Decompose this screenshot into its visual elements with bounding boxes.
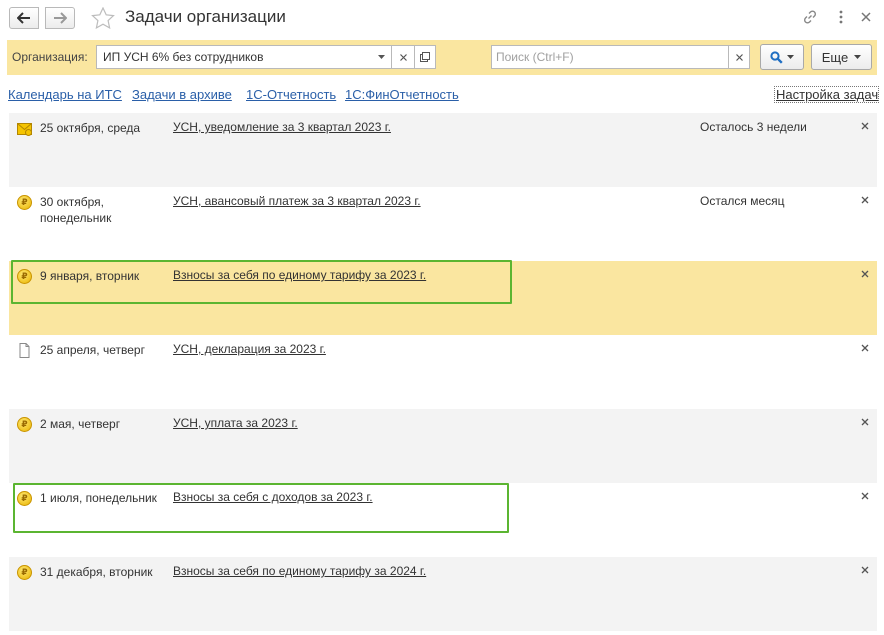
highlight-frame bbox=[13, 483, 509, 533]
search-button[interactable] bbox=[760, 44, 804, 70]
task-row[interactable]: 25 апреля, четверг УСН, декларация за 20… bbox=[9, 335, 877, 409]
ruble-coin-icon: ₽ bbox=[17, 417, 32, 432]
task-close-button[interactable] bbox=[858, 563, 872, 577]
forward-button[interactable] bbox=[45, 7, 75, 29]
menu-button[interactable] bbox=[832, 8, 850, 26]
task-row[interactable]: ₽ 30 октября, понедельник УСН, авансовый… bbox=[9, 187, 877, 261]
chevron-down-icon bbox=[854, 55, 862, 59]
links-bar: Календарь на ИТС Задачи в архиве 1С-Отче… bbox=[0, 86, 884, 105]
close-icon bbox=[861, 196, 869, 204]
document-icon bbox=[17, 343, 32, 358]
task-date: 25 апреля, четверг bbox=[40, 343, 145, 357]
task-close-button[interactable] bbox=[858, 193, 872, 207]
organization-label: Организация: bbox=[12, 50, 88, 64]
chevron-down-icon bbox=[378, 55, 385, 59]
task-close-button[interactable] bbox=[858, 415, 872, 429]
close-icon bbox=[735, 53, 743, 61]
filter-bar: Организация: ИП УСН 6% без сотрудников П… bbox=[7, 40, 877, 75]
link-icon bbox=[803, 10, 817, 24]
task-row[interactable]: 25 октября, среда УСН, уведомление за 3 … bbox=[9, 113, 877, 187]
more-vertical-icon bbox=[839, 10, 843, 24]
task-date: 2 мая, четверг bbox=[40, 417, 121, 431]
task-date: 31 декабря, вторник bbox=[40, 565, 153, 579]
page-title: Задачи организации bbox=[125, 7, 286, 26]
close-icon bbox=[861, 566, 869, 574]
more-label: Еще bbox=[821, 49, 849, 65]
archive-link[interactable]: Задачи в архиве bbox=[132, 87, 232, 102]
close-icon bbox=[861, 492, 869, 500]
arrow-left-icon bbox=[17, 12, 30, 24]
task-close-button[interactable] bbox=[858, 119, 872, 133]
close-icon bbox=[861, 12, 871, 22]
organization-open-button[interactable] bbox=[415, 45, 436, 69]
chevron-down-icon bbox=[787, 55, 794, 59]
more-button[interactable]: Еще bbox=[811, 44, 872, 70]
fin-reporting-link[interactable]: 1С:ФинОтчетность bbox=[345, 87, 459, 102]
close-icon bbox=[861, 418, 869, 426]
arrow-right-icon bbox=[54, 12, 67, 24]
task-row[interactable]: ₽ 31 декабря, вторник Взносы за себя по … bbox=[9, 557, 877, 631]
search-input[interactable]: Поиск (Ctrl+F) bbox=[491, 45, 729, 69]
task-remaining: Остался месяц bbox=[700, 194, 785, 208]
task-name-link[interactable]: УСН, уведомление за 3 квартал 2023 г. bbox=[173, 120, 391, 134]
reporting-link[interactable]: 1С-Отчетность bbox=[246, 87, 336, 102]
organization-field[interactable]: ИП УСН 6% без сотрудников bbox=[96, 45, 382, 69]
ruble-coin-icon: ₽ bbox=[17, 565, 32, 580]
close-icon bbox=[861, 270, 869, 278]
search-icon bbox=[770, 50, 783, 64]
task-settings-link[interactable]: Настройка задач bbox=[774, 86, 880, 103]
open-form-icon bbox=[420, 52, 430, 62]
task-name-link[interactable]: УСН, авансовый платеж за 3 квартал 2023 … bbox=[173, 194, 421, 208]
close-icon bbox=[399, 53, 407, 61]
search-clear-button[interactable] bbox=[729, 45, 750, 69]
star-icon bbox=[91, 6, 115, 30]
task-remaining: Осталось 3 недели bbox=[700, 120, 807, 134]
envelope-icon bbox=[17, 121, 32, 136]
close-icon bbox=[861, 344, 869, 352]
back-button[interactable] bbox=[9, 7, 39, 29]
ruble-coin-icon: ₽ bbox=[17, 195, 32, 210]
link-button[interactable] bbox=[801, 8, 819, 26]
task-row[interactable]: ₽ 2 мая, четверг УСН, уплата за 2023 г. bbox=[9, 409, 877, 483]
task-date: 30 октября, понедельник bbox=[40, 195, 112, 225]
task-close-button[interactable] bbox=[858, 489, 872, 503]
task-name-link[interactable]: УСН, декларация за 2023 г. bbox=[173, 342, 326, 356]
organization-dropdown-button[interactable] bbox=[372, 45, 392, 69]
calendar-link[interactable]: Календарь на ИТС bbox=[8, 87, 122, 102]
highlight-frame bbox=[11, 260, 512, 304]
close-icon bbox=[861, 122, 869, 130]
task-name-link[interactable]: УСН, уплата за 2023 г. bbox=[173, 416, 298, 430]
favorite-button[interactable] bbox=[91, 6, 115, 30]
task-name-link[interactable]: Взносы за себя по единому тарифу за 2024… bbox=[173, 564, 426, 578]
task-close-button[interactable] bbox=[858, 267, 872, 281]
organization-clear-button[interactable] bbox=[392, 45, 415, 69]
window-close-button[interactable] bbox=[857, 8, 875, 26]
task-date: 25 октября, среда bbox=[40, 121, 141, 135]
task-close-button[interactable] bbox=[858, 341, 872, 355]
title-bar: Задачи организации bbox=[0, 0, 884, 37]
